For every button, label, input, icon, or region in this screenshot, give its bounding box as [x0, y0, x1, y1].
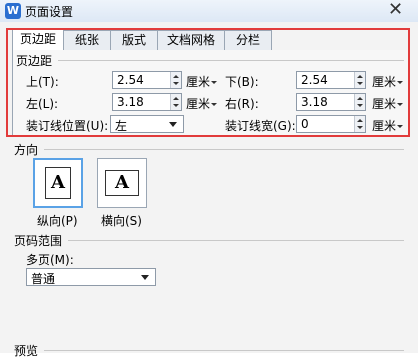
left-margin-label: 左(L): — [26, 97, 59, 111]
unit-label: 厘米 — [372, 75, 397, 89]
top-margin-label: 上(T): — [26, 75, 59, 89]
landscape-label[interactable]: 横向(S) — [101, 212, 142, 229]
arrow-up-icon[interactable] — [173, 97, 179, 100]
section-divider — [44, 149, 404, 150]
arrow-down-icon[interactable] — [357, 82, 363, 85]
arrow-down-icon[interactable] — [357, 126, 363, 129]
arrow-down-icon[interactable] — [173, 82, 179, 85]
bottom-margin-unit[interactable]: 厘米 — [372, 73, 404, 90]
tab-layout[interactable]: 版式 — [110, 30, 158, 50]
right-margin-label: 右(R): — [225, 97, 259, 111]
bottom-margin-label: 下(B): — [225, 75, 259, 89]
spinner-arrows[interactable] — [354, 116, 365, 132]
tab-document-grid[interactable]: 文档网格 — [157, 30, 225, 50]
unit-label: 厘米 — [372, 97, 397, 111]
landscape-page-icon: A — [105, 170, 139, 196]
spinner-arrows[interactable] — [354, 94, 365, 110]
right-margin-value[interactable]: 3.18 — [301, 95, 328, 109]
gutter-position-select[interactable]: 左 — [110, 115, 184, 133]
gutter-width-unit[interactable]: 厘米 — [372, 117, 404, 134]
section-divider — [68, 240, 404, 241]
gutter-width-spinner[interactable]: 0 — [296, 115, 366, 133]
arrow-up-icon[interactable] — [357, 97, 363, 100]
section-divider — [58, 60, 404, 61]
landscape-button[interactable]: A — [97, 158, 147, 208]
spinner-arrows[interactable] — [170, 94, 181, 110]
preview-section-title: 预览 — [14, 344, 39, 358]
caret-down-icon — [397, 81, 404, 84]
right-margin-spinner[interactable]: 3.18 — [296, 93, 366, 111]
tab-paper[interactable]: 纸张 — [63, 30, 111, 50]
arrow-up-icon[interactable] — [357, 119, 363, 122]
spinner-arrows[interactable] — [354, 72, 365, 88]
caret-down-icon — [211, 81, 218, 84]
arrow-up-icon[interactable] — [173, 75, 179, 78]
multiple-pages-label: 多页(M): — [26, 253, 74, 267]
bottom-margin-value[interactable]: 2.54 — [301, 73, 328, 87]
portrait-page-icon: A — [45, 167, 71, 199]
left-margin-spinner[interactable]: 3.18 — [112, 93, 182, 111]
orientation-section-title: 方向 — [14, 143, 39, 157]
window-title: 页面设置 — [25, 5, 74, 19]
unit-label: 厘米 — [186, 75, 211, 89]
wps-writer-icon: W — [5, 3, 21, 19]
portrait-label[interactable]: 纵向(P) — [37, 212, 78, 229]
gutter-position-value: 左 — [115, 119, 128, 133]
gutter-width-label: 装订线宽(G): — [225, 119, 296, 133]
caret-down-icon — [397, 103, 404, 106]
spinner-arrows[interactable] — [170, 72, 181, 88]
multiple-pages-value: 普通 — [31, 272, 56, 286]
dropdown-arrow-icon — [141, 275, 149, 280]
multiple-pages-select[interactable]: 普通 — [26, 268, 156, 286]
section-divider — [44, 350, 404, 351]
margins-section-title: 页边距 — [16, 54, 53, 68]
left-margin-unit[interactable]: 厘米 — [186, 95, 218, 112]
top-margin-spinner[interactable]: 2.54 — [112, 71, 182, 89]
arrow-down-icon[interactable] — [173, 104, 179, 107]
arrow-up-icon[interactable] — [357, 75, 363, 78]
dropdown-arrow-icon — [169, 122, 177, 127]
arrow-down-icon[interactable] — [357, 104, 363, 107]
title-bar: W 页面设置 ✕ — [0, 0, 418, 23]
gutter-position-label: 装订线位置(U): — [26, 119, 109, 133]
tab-columns[interactable]: 分栏 — [224, 30, 272, 50]
right-margin-unit[interactable]: 厘米 — [372, 95, 404, 112]
top-margin-value[interactable]: 2.54 — [117, 73, 144, 87]
portrait-button[interactable]: A — [33, 158, 83, 208]
pages-section-title: 页码范围 — [14, 234, 63, 248]
caret-down-icon — [211, 103, 218, 106]
top-margin-unit[interactable]: 厘米 — [186, 73, 218, 90]
caret-down-icon — [397, 125, 404, 128]
page-setup-dialog: 页边距 纸张 版式 文档网格 分栏 页边距 上(T): 2.54 厘米 下(B)… — [0, 22, 418, 358]
unit-label: 厘米 — [372, 119, 397, 133]
gutter-width-value[interactable]: 0 — [301, 117, 309, 131]
left-margin-value[interactable]: 3.18 — [117, 95, 144, 109]
bottom-margin-spinner[interactable]: 2.54 — [296, 71, 366, 89]
close-button[interactable]: ✕ — [373, 0, 418, 20]
tab-margins[interactable]: 页边距 — [12, 28, 64, 50]
unit-label: 厘米 — [186, 97, 211, 111]
